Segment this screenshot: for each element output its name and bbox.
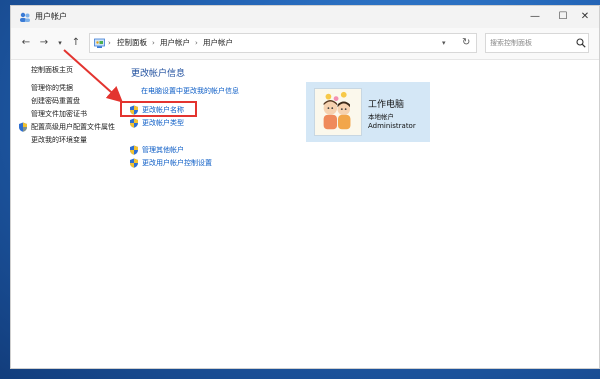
refresh-button[interactable]: ↻	[462, 36, 470, 50]
breadcrumb-user-accounts[interactable]: 用户帐户	[160, 37, 190, 49]
control-panel-icon	[94, 38, 105, 48]
task-label: 管理其他帐户	[142, 146, 184, 154]
advanced-profile-properties-link[interactable]: 配置高级用户配置文件属性	[31, 122, 115, 132]
page-title: 更改帐户信息	[131, 69, 186, 79]
address-bar[interactable]: › 控制面板 › 用户帐户 › 用户帐户 ▾ ↻	[89, 33, 477, 53]
uac-shield-icon	[130, 118, 138, 128]
environment-variables-link[interactable]: 更改我的环境变量	[31, 135, 87, 145]
control-panel-home-link[interactable]: 控制面板主页	[31, 65, 73, 75]
back-button[interactable]: ←	[19, 36, 33, 50]
breadcrumb-user-accounts-current[interactable]: 用户帐户	[203, 37, 233, 49]
manage-credentials-link[interactable]: 管理你的凭据	[31, 83, 73, 93]
account-role: Administrator	[368, 122, 416, 130]
recent-locations-button[interactable]: ▾	[53, 36, 67, 50]
annotation-highlight-box	[120, 101, 197, 117]
uac-shield-icon	[19, 122, 27, 132]
breadcrumb-control-panel[interactable]: 控制面板	[117, 37, 147, 49]
forward-button[interactable]: →	[37, 36, 51, 50]
search-box[interactable]	[485, 33, 589, 53]
breadcrumb-separator: ›	[108, 39, 111, 47]
breadcrumb-separator: ›	[195, 39, 198, 47]
users-icon	[20, 12, 30, 22]
task-label: 更改帐户类型	[142, 119, 184, 127]
search-icon[interactable]	[576, 38, 586, 48]
search-input[interactable]	[490, 36, 572, 50]
task-label: 更改用户帐户控制设置	[142, 159, 212, 167]
breadcrumb-separator: ›	[152, 39, 155, 47]
pc-settings-account-link[interactable]: 在电脑设置中更改我的帐户信息	[141, 86, 239, 96]
minimize-button[interactable]: —	[521, 6, 549, 28]
uac-shield-icon	[130, 158, 138, 168]
user-avatar	[314, 88, 362, 136]
uac-shield-icon	[130, 145, 138, 155]
account-name: 工作电脑	[368, 100, 405, 110]
left-navigation-pane: 控制面板主页 管理你的凭据 创建密码重置盘 管理文件加密证书 配置高级用户配置文…	[11, 60, 121, 360]
manage-encryption-certificates-link[interactable]: 管理文件加密证书	[31, 109, 87, 119]
address-history-dropdown[interactable]: ▾	[442, 37, 446, 49]
navigation-bar: ← → ▾ ↑ › 控制面板 › 用户帐户 › 用户帐户 ▾ ↻	[11, 28, 599, 60]
create-reset-disk-link[interactable]: 创建密码重置盘	[31, 96, 80, 106]
account-type: 本地帐户	[368, 113, 394, 121]
title-bar[interactable]: 用户帐户 — ☐ ✕	[11, 6, 599, 28]
close-button[interactable]: ✕	[571, 6, 599, 28]
user-account-card: 工作电脑 本地帐户 Administrator	[306, 82, 430, 142]
window-title: 用户帐户	[35, 12, 67, 21]
control-panel-window: 用户帐户 — ☐ ✕ ← → ▾ ↑ › 控制面板 › 用户帐户 › 用户帐户 …	[10, 5, 600, 369]
up-button[interactable]: ↑	[69, 36, 83, 50]
